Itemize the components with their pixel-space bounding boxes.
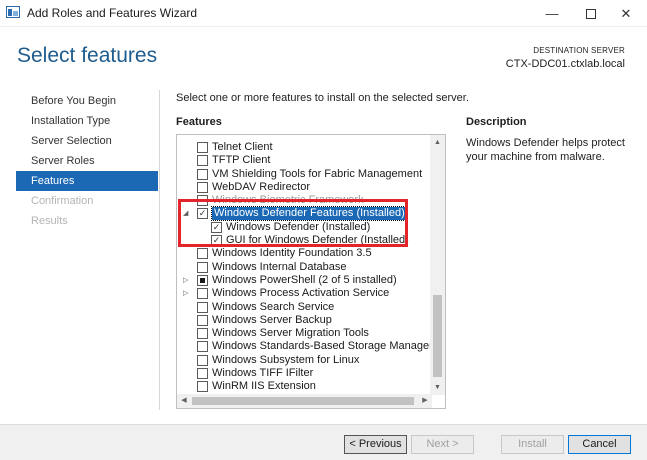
cancel-button[interactable]: Cancel	[568, 435, 631, 454]
features-heading: Features	[176, 116, 222, 128]
horizontal-scrollbar[interactable]: ◀ ▶	[177, 394, 432, 408]
feature-row[interactable]: TFTP Client	[177, 154, 431, 167]
feature-label: Windows Search Service	[212, 300, 335, 313]
feature-label: WinRM IIS Extension	[212, 380, 316, 393]
feature-label: Telnet Client	[212, 141, 273, 153]
close-button[interactable]: ✕	[603, 0, 647, 27]
description-text: Windows Defender helps protect your mach…	[466, 137, 625, 163]
feature-checkbox[interactable]	[197, 248, 208, 260]
feature-checkbox[interactable]	[197, 168, 208, 180]
features-tree[interactable]: Telnet Client TFTP Client VM Shielding Too…	[176, 134, 446, 409]
feature-label: Windows Server Backup	[212, 313, 332, 326]
feature-row[interactable]: WinRM IIS Extension	[177, 380, 431, 393]
feature-label: Windows Internal Database	[212, 260, 347, 273]
feature-checkbox[interactable]	[197, 261, 208, 273]
feature-label: Windows TIFF IFilter	[212, 367, 314, 380]
nav-item-features[interactable]: Features	[16, 171, 158, 191]
window-title: Add Roles and Features Wizard	[27, 6, 198, 20]
feature-label: Windows Standards-Based Storage Manageme…	[212, 340, 446, 353]
feature-checkbox[interactable]	[197, 142, 208, 153]
feature-checkbox[interactable]	[197, 288, 208, 300]
feature-row[interactable]: ▷ Windows Process Activation Service	[177, 287, 431, 300]
feature-label: Windows Biometric Framework	[212, 194, 364, 207]
description-heading: Description	[466, 116, 527, 128]
feature-checkbox[interactable]: ✓	[211, 221, 222, 233]
feature-label: Windows PowerShell (2 of 5 installed)	[212, 273, 397, 286]
install-button[interactable]: Install	[501, 435, 564, 454]
feature-label: VM Shielding Tools for Fabric Management	[212, 167, 423, 180]
feature-label: WebDAV Redirector	[212, 180, 311, 193]
scroll-down-icon[interactable]: ▼	[430, 380, 445, 395]
feature-row[interactable]: ✓ Windows Defender (Installed)	[177, 221, 431, 234]
feature-checkbox[interactable]	[197, 314, 208, 326]
feature-checkbox[interactable]	[197, 274, 208, 286]
wizard-footer: < Previous Next > Install Cancel	[0, 424, 647, 460]
feature-row[interactable]: Windows Server Migration Tools	[177, 327, 431, 340]
nav-item-server-selection[interactable]: Server Selection	[16, 131, 158, 151]
scroll-left-icon[interactable]: ◀	[177, 394, 191, 408]
scroll-up-icon[interactable]: ▲	[430, 135, 445, 150]
server-manager-icon	[6, 6, 20, 18]
feature-label: Windows Defender (Installed)	[226, 220, 371, 233]
nav-item-results: Results	[31, 215, 68, 227]
nav-item-confirmation: Confirmation	[31, 195, 94, 207]
horizontal-scroll-thumb[interactable]	[192, 397, 414, 405]
nav-divider	[159, 90, 160, 410]
nav-item-server-roles[interactable]: Server Roles	[16, 151, 158, 171]
features-list: Telnet Client TFTP Client VM Shielding Too…	[177, 141, 445, 394]
feature-checkbox[interactable]	[197, 328, 208, 340]
maximize-icon	[586, 8, 596, 19]
nav-item-installation-type[interactable]: Installation Type	[16, 111, 158, 131]
feature-row[interactable]: ✓ GUI for Windows Defender (Installed)	[177, 234, 431, 247]
vertical-scrollbar[interactable]: ▲ ▼	[430, 135, 445, 395]
feature-label: GUI for Windows Defender (Installed)	[226, 234, 409, 247]
feature-checkbox[interactable]	[197, 341, 208, 353]
close-icon: ✕	[620, 5, 632, 21]
destination-server-label: DESTINATION SERVER	[533, 46, 625, 55]
feature-row[interactable]: Windows Subsystem for Linux	[177, 354, 431, 367]
feature-row[interactable]: Windows Identity Foundation 3.5	[177, 247, 431, 260]
title-bar: Add Roles and Features Wizard — ✕	[0, 0, 647, 27]
feature-checkbox[interactable]	[197, 381, 208, 393]
feature-label: Windows Identity Foundation 3.5	[212, 247, 372, 260]
previous-button[interactable]: < Previous	[344, 435, 407, 454]
collapsed-arrow-icon[interactable]: ▷	[183, 274, 191, 287]
feature-row[interactable]: Windows TIFF IFilter	[177, 367, 431, 380]
feature-label: Windows Defender Features (Installed)	[211, 206, 408, 222]
expanded-arrow-icon[interactable]: ◢	[183, 207, 191, 220]
feature-checkbox[interactable]	[197, 195, 208, 207]
feature-checkbox[interactable]: ✓	[211, 235, 222, 247]
nav-item-before-you-begin[interactable]: Before You Begin	[16, 91, 158, 111]
instruction-text: Select one or more features to install o…	[176, 92, 469, 104]
feature-label: Windows Process Activation Service	[212, 287, 390, 300]
feature-checkbox[interactable]	[197, 354, 208, 366]
next-button[interactable]: Next >	[411, 435, 474, 454]
feature-row[interactable]: WebDAV Redirector	[177, 181, 431, 194]
feature-row[interactable]: ◢ ✓ Windows Defender Features (Installed)	[177, 206, 431, 222]
feature-checkbox[interactable]	[197, 301, 208, 313]
feature-checkbox[interactable]	[197, 181, 208, 193]
feature-checkbox[interactable]	[197, 155, 208, 167]
page-title: Select features	[17, 44, 158, 67]
feature-label: Windows Subsystem for Linux	[212, 353, 360, 366]
destination-server-value: CTX-DDC01.ctxlab.local	[505, 58, 625, 70]
collapsed-arrow-icon[interactable]: ▷	[183, 287, 191, 300]
feature-row[interactable]: ▷ Windows PowerShell (2 of 5 installed)	[177, 274, 431, 287]
feature-row[interactable]: Telnet Client	[177, 141, 431, 154]
feature-row[interactable]: VM Shielding Tools for Fabric Management	[177, 168, 431, 181]
feature-checkbox[interactable]	[197, 368, 208, 380]
feature-label: Windows Server Migration Tools	[212, 327, 369, 340]
scroll-right-icon[interactable]: ▶	[418, 394, 432, 408]
feature-row[interactable]: Windows Server Backup	[177, 314, 431, 327]
scroll-thumb[interactable]	[433, 295, 442, 377]
feature-checkbox[interactable]: ✓	[197, 208, 208, 220]
minimize-icon: —	[545, 6, 559, 21]
feature-row[interactable]: Windows Internal Database	[177, 261, 431, 274]
feature-row[interactable]: Windows Search Service	[177, 301, 431, 314]
feature-row[interactable]: Windows Biometric Framework	[177, 194, 431, 207]
feature-label: TFTP Client	[212, 154, 271, 167]
wizard-nav: Before You Begin Installation Type Serve…	[16, 91, 158, 231]
feature-row[interactable]: Windows Standards-Based Storage Manageme…	[177, 340, 445, 353]
